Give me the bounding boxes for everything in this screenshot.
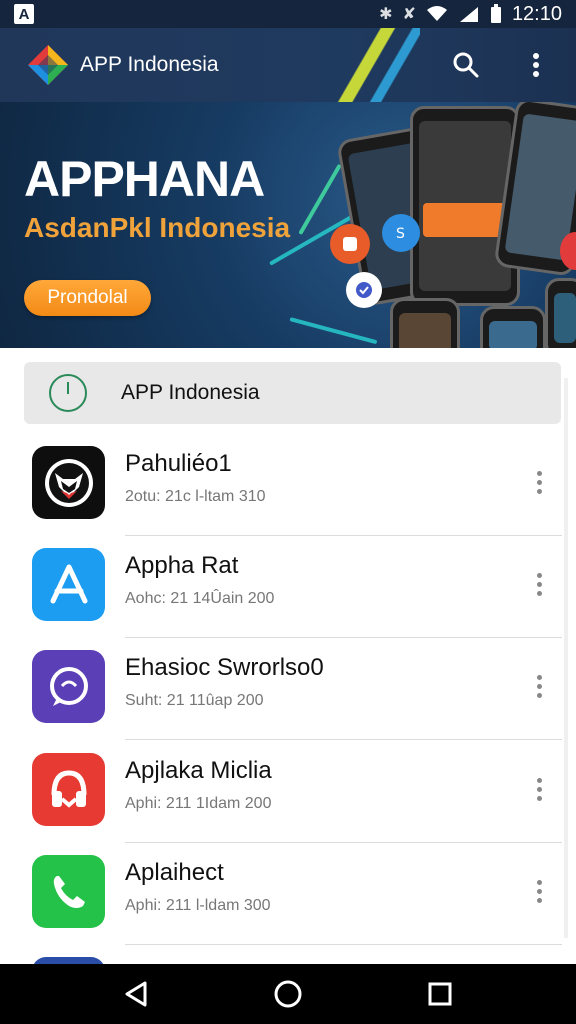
phone-mockup: [545, 278, 576, 348]
recents-icon: [428, 982, 452, 1006]
back-button[interactable]: [112, 970, 160, 1018]
chat-bubble-icon: [32, 650, 105, 723]
home-icon: [274, 980, 302, 1008]
app-name: Pahuliéo1: [125, 450, 232, 477]
app-list[interactable]: APP Indonesia Pahuliéo1 2otu: 21c l-ltam…: [0, 348, 576, 964]
banner-subline: AsdanPkl Indonesia: [24, 212, 291, 243]
list-item[interactable]: Ehasioc Swrorlso0 Suht: 21 11ûap 200: [0, 638, 576, 740]
item-more-button[interactable]: [522, 666, 556, 706]
more-vert-icon: [533, 53, 539, 77]
app-meta: 2otu: 21c l-ltam 310: [125, 488, 266, 505]
banner-headline: APPHANA: [24, 151, 265, 207]
phone-icon: [32, 855, 105, 928]
svg-text:S: S: [396, 226, 405, 242]
signal-icon: [459, 7, 478, 22]
app-meta: Aohc: 21 14Ûain 200: [125, 590, 275, 607]
app-name: Appha Rat: [125, 552, 239, 579]
item-more-button[interactable]: [522, 564, 556, 604]
headphones-icon: [32, 753, 105, 826]
overflow-menu-button[interactable]: [516, 45, 556, 85]
app-bubble-icon: S: [382, 214, 420, 252]
item-more-button[interactable]: [522, 769, 556, 809]
list-item[interactable]: Appha Rat Aohc: 21 14Ûain 200: [0, 536, 576, 638]
app-meta: Suht: 21 11ûap 200: [125, 692, 264, 709]
app-meta: Aphi: 211 1Idam 200: [125, 795, 272, 812]
app-title: APP Indonesia: [80, 53, 219, 76]
system-nav-bar: [0, 964, 576, 1024]
bull-logo-icon: [32, 446, 105, 519]
promo-banner[interactable]: S APPHANA AsdanPkl Indonesia Prondolal: [0, 102, 576, 348]
clock-time: 12:10: [511, 2, 562, 25]
decorative-stripe: [330, 28, 420, 102]
list-item[interactable]: [0, 945, 576, 964]
list-item[interactable]: Aplaihect Aphi: 211 l-ldam 300: [0, 843, 576, 945]
recents-button[interactable]: [416, 970, 464, 1018]
app-name: Aplaihect: [125, 859, 224, 886]
section-header[interactable]: APP Indonesia: [24, 362, 561, 424]
clock-icon: [49, 374, 87, 412]
phone-mockup: [390, 298, 460, 348]
home-button[interactable]: [264, 970, 312, 1018]
battery-icon: [490, 4, 501, 23]
app-store-icon: [32, 548, 105, 621]
list-item[interactable]: Pahuliéo1 2otu: 21c l-ltam 310: [0, 434, 576, 536]
status-bar: A ✱ ✘ 12:10: [0, 0, 576, 28]
search-icon: [453, 52, 479, 78]
item-more-button[interactable]: [522, 462, 556, 502]
vibrate-icon: ✱: [379, 6, 393, 23]
list-item[interactable]: Apjlaka Miclia Aphi: 211 1Idam 200: [0, 741, 576, 843]
app-meta: Aphi: 211 l-ldam 300: [125, 897, 271, 914]
nfc-icon: ✘: [402, 6, 416, 23]
back-icon: [125, 981, 147, 1007]
app-bar: APP Indonesia: [0, 28, 576, 102]
wifi-icon: [426, 6, 447, 21]
glow-line: [289, 317, 378, 345]
item-more-button[interactable]: [522, 871, 556, 911]
phone-mockup: [480, 306, 546, 348]
app-logo: [28, 45, 68, 85]
section-label: APP Indonesia: [121, 381, 260, 404]
app-notification-icon: A: [14, 4, 34, 24]
app-name: Ehasioc Swrorlso0: [125, 654, 324, 681]
app-bubble-icon: [330, 224, 370, 264]
promo-button[interactable]: Prondolal: [24, 280, 151, 316]
app-icon-partial: [32, 957, 105, 964]
search-button[interactable]: [446, 45, 486, 85]
divider: [125, 739, 562, 740]
app-bubble-icon: [346, 272, 382, 308]
app-name: Apjlaka Miclia: [125, 757, 272, 784]
